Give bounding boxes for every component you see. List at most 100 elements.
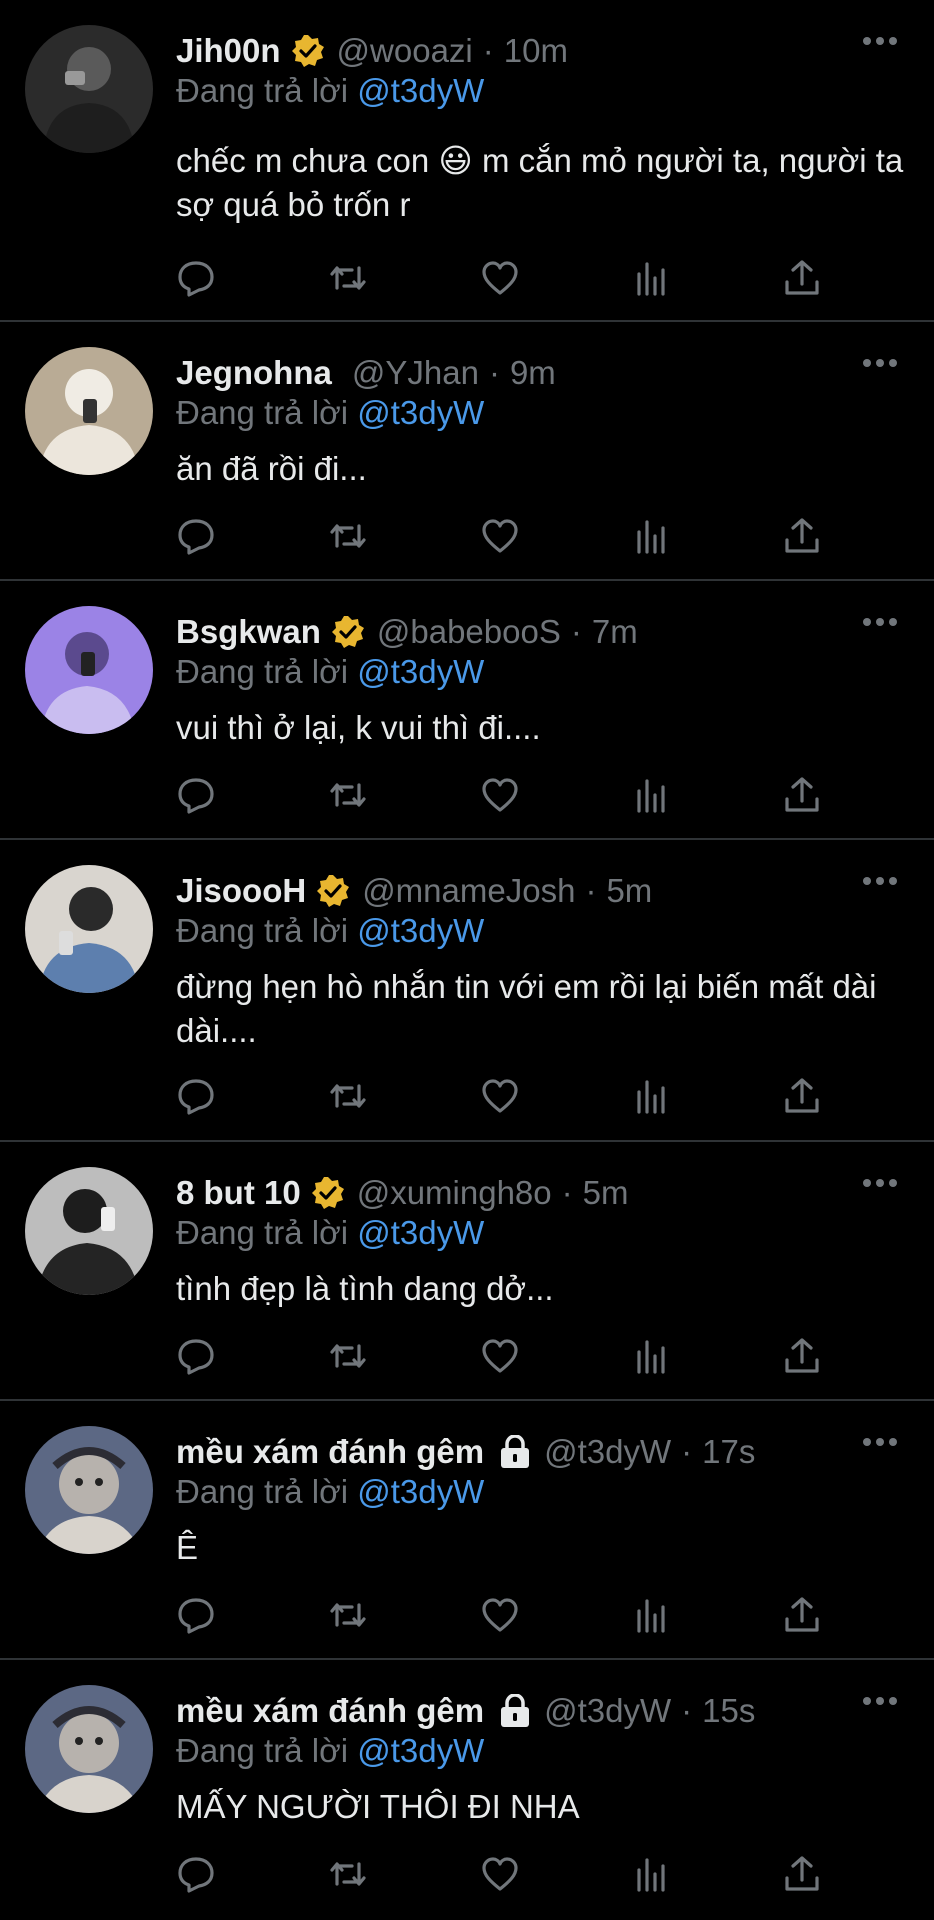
timestamp[interactable]: 7m <box>592 613 638 651</box>
reply-mention[interactable]: @t3dyW <box>357 1214 484 1251</box>
reply-mention[interactable]: @t3dyW <box>357 1732 484 1769</box>
handle[interactable]: @babebooS <box>377 613 561 651</box>
tweet[interactable]: JisoooH @mnameJosh · 5m Đang trả lời @t3… <box>0 840 934 1142</box>
handle[interactable]: @YJhan <box>352 354 479 392</box>
reply-button[interactable] <box>176 1076 216 1116</box>
display-name[interactable]: Bsgkwan <box>176 613 321 651</box>
more-icon[interactable] <box>862 874 898 888</box>
like-button[interactable] <box>480 1595 520 1635</box>
avatar[interactable] <box>25 347 153 475</box>
retweet-button[interactable] <box>328 1076 368 1116</box>
reply-button[interactable] <box>176 775 216 815</box>
separator-dot: · <box>561 1174 573 1211</box>
timestamp[interactable]: 5m <box>583 1174 629 1212</box>
display-name[interactable]: JisoooH <box>176 872 306 910</box>
tweet[interactable]: Jegnohna @YJhan · 9m Đang trả lời @t3dyW… <box>0 322 934 581</box>
reply-mention[interactable]: @t3dyW <box>357 912 484 949</box>
display-name[interactable]: mều xám đánh gêm <box>176 1692 484 1730</box>
tweet-text: Ê <box>176 1529 199 1566</box>
tweet-text: đừng hẹn hò nhắn tin với em rồi lại biến… <box>176 968 877 1049</box>
tweet-text: tình đẹp là tình dang dở... <box>176 1270 554 1307</box>
reply-mention[interactable]: @t3dyW <box>357 1473 484 1510</box>
views-button[interactable] <box>632 1336 672 1376</box>
share-button[interactable] <box>782 258 822 298</box>
retweet-button[interactable] <box>328 1854 368 1894</box>
share-button[interactable] <box>782 1854 822 1894</box>
views-button[interactable] <box>632 1076 672 1116</box>
reply-mention[interactable]: @t3dyW <box>357 394 484 431</box>
views-button[interactable] <box>632 1595 672 1635</box>
display-name[interactable]: Jih00n <box>176 32 281 70</box>
replying-to: Đang trả lời @t3dyW <box>176 1731 914 1771</box>
avatar[interactable] <box>25 606 153 734</box>
like-button[interactable] <box>480 516 520 556</box>
timestamp[interactable]: 15s <box>702 1692 755 1730</box>
reply-prefix: Đang trả lời <box>176 912 358 949</box>
reply-button[interactable] <box>176 1595 216 1635</box>
more-icon[interactable] <box>862 1435 898 1449</box>
like-icon <box>482 519 518 553</box>
reply-button[interactable] <box>176 1336 216 1376</box>
reply-button[interactable] <box>176 258 216 298</box>
share-button[interactable] <box>782 516 822 556</box>
reply-icon <box>178 1079 214 1115</box>
like-button[interactable] <box>480 258 520 298</box>
retweet-icon <box>330 1862 366 1886</box>
share-button[interactable] <box>782 1595 822 1635</box>
avatar[interactable] <box>25 25 153 153</box>
like-icon <box>482 1857 518 1891</box>
reply-mention[interactable]: @t3dyW <box>357 653 484 690</box>
like-button[interactable] <box>480 1076 520 1116</box>
tweet[interactable]: mều xám đánh gêm @t3dyW · 15s Đang trả l… <box>0 1660 934 1918</box>
replying-to: Đang trả lời @t3dyW <box>176 1472 914 1512</box>
timestamp[interactable]: 9m <box>510 354 556 392</box>
handle[interactable]: @mnameJosh <box>362 872 575 910</box>
views-button[interactable] <box>632 1854 672 1894</box>
like-button[interactable] <box>480 1336 520 1376</box>
retweet-icon <box>330 1084 366 1108</box>
handle[interactable]: @xumingh8o <box>357 1174 552 1212</box>
more-icon[interactable] <box>862 356 898 370</box>
tweet[interactable]: mều xám đánh gêm @t3dyW · 17s Đang trả l… <box>0 1401 934 1660</box>
avatar[interactable] <box>25 865 153 993</box>
timestamp[interactable]: 17s <box>702 1433 755 1471</box>
avatar[interactable] <box>25 1167 153 1295</box>
share-icon <box>785 1078 819 1113</box>
handle[interactable]: @wooazi <box>337 32 473 70</box>
retweet-button[interactable] <box>328 258 368 298</box>
views-button[interactable] <box>632 775 672 815</box>
retweet-button[interactable] <box>328 775 368 815</box>
handle[interactable]: @t3dyW <box>544 1692 671 1730</box>
views-button[interactable] <box>632 258 672 298</box>
reply-mention[interactable]: @t3dyW <box>357 72 484 109</box>
timestamp[interactable]: 10m <box>504 32 568 70</box>
handle[interactable]: @t3dyW <box>544 1433 671 1471</box>
share-button[interactable] <box>782 1336 822 1376</box>
replying-to: Đang trả lời @t3dyW <box>176 911 914 951</box>
tweet[interactable]: Bsgkwan @babebooS · 7m Đang trả lời @t3d… <box>0 581 934 840</box>
reply-button[interactable] <box>176 516 216 556</box>
share-button[interactable] <box>782 775 822 815</box>
more-icon[interactable] <box>862 1694 898 1708</box>
display-name[interactable]: 8 but 10 <box>176 1174 301 1212</box>
retweet-button[interactable] <box>328 1595 368 1635</box>
avatar[interactable] <box>25 1426 153 1554</box>
like-button[interactable] <box>480 775 520 815</box>
retweet-button[interactable] <box>328 1336 368 1376</box>
reply-button[interactable] <box>176 1854 216 1894</box>
more-icon[interactable] <box>862 615 898 629</box>
views-button[interactable] <box>632 516 672 556</box>
reply-prefix: Đang trả lời <box>176 1473 358 1510</box>
display-name[interactable]: mều xám đánh gêm <box>176 1433 484 1471</box>
share-button[interactable] <box>782 1076 822 1116</box>
retweet-button[interactable] <box>328 516 368 556</box>
tweet[interactable]: Jih00n @wooazi · 10m Đang trả lời @t3dyW… <box>0 0 934 322</box>
display-name[interactable]: Jegnohna <box>176 354 332 392</box>
more-icon[interactable] <box>862 34 898 48</box>
timestamp[interactable]: 5m <box>606 872 652 910</box>
like-button[interactable] <box>480 1854 520 1894</box>
like-icon <box>482 1079 518 1113</box>
tweet[interactable]: 8 but 10 @xumingh8o · 5m Đang trả lời @t… <box>0 1142 934 1401</box>
avatar[interactable] <box>25 1685 153 1813</box>
more-icon[interactable] <box>862 1176 898 1190</box>
